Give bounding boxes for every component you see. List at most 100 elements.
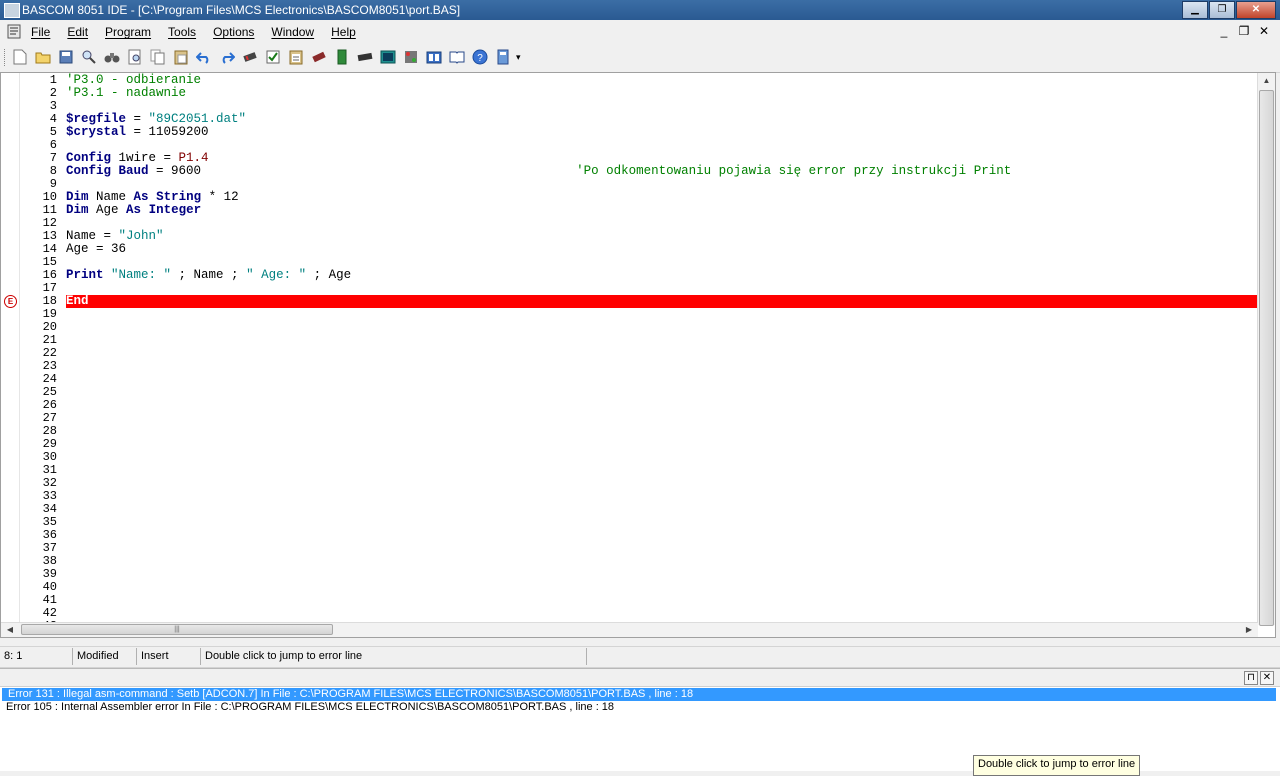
menu-tools[interactable]: Tools — [168, 25, 196, 39]
keyword: Config — [66, 151, 112, 165]
open-folder-icon[interactable] — [35, 49, 51, 65]
document-icon[interactable] — [6, 24, 22, 39]
copy-icon[interactable] — [150, 49, 166, 65]
code-line-13: Name = "John" — [66, 230, 1257, 243]
vertical-scroll-thumb[interactable] — [1259, 90, 1274, 626]
code-line-18-error-highlight: End — [66, 295, 1275, 308]
new-file-icon[interactable] — [12, 49, 28, 65]
code-line-8: Config Baud = 9600 'Po odkomentowaniu po… — [66, 165, 1257, 178]
vertical-scrollbar[interactable]: ▲ — [1257, 73, 1275, 626]
error-row[interactable]: Error 105 : Internal Assembler error In … — [0, 701, 1280, 714]
redo-icon[interactable] — [219, 49, 235, 65]
status-divider — [200, 648, 201, 665]
code-line-10: Dim Name As String * 12 — [66, 191, 1257, 204]
keyword: String — [156, 190, 202, 204]
plugin-icon[interactable] — [426, 49, 442, 65]
save-all-icon[interactable] — [495, 49, 511, 65]
menu-file[interactable]: File — [31, 25, 50, 39]
status-divider — [586, 648, 587, 665]
mdi-close-button[interactable]: ✕ — [1254, 23, 1274, 39]
line-numbers: 1 2 3 4 5 6 7 8 9 10 11 12 13 14 15 16 17 18 19 20 21 22 23 24 2… — [21, 74, 57, 633]
code-area[interactable]: 'P3.0 - odbieranie 'P3.1 - nadawnie $reg… — [66, 74, 1275, 308]
lcd-icon[interactable] — [403, 49, 419, 65]
code-text: Name — [88, 190, 134, 204]
cursor-position: 8: 1 — [4, 650, 23, 662]
keyword: $crystal — [66, 125, 127, 139]
svg-text:?: ? — [477, 53, 483, 64]
scroll-left-arrow-icon[interactable]: ◀ — [3, 623, 17, 637]
menu-window[interactable]: Window — [271, 25, 314, 39]
horizontal-scrollbar[interactable]: ◀ ||| ▶ — [1, 622, 1258, 637]
close-button[interactable]: ✕ — [1236, 1, 1276, 19]
save-icon[interactable] — [58, 49, 74, 65]
simulator-icon[interactable] — [357, 49, 373, 65]
editor-gutter[interactable]: E — [1, 73, 20, 637]
find-icon[interactable] — [81, 49, 97, 65]
book-icon[interactable] — [449, 49, 465, 65]
syntax-check-icon[interactable] — [265, 49, 281, 65]
code-text: Age — [88, 203, 127, 217]
code-text: = 9600 — [148, 164, 202, 178]
menu-program[interactable]: Program — [105, 25, 151, 39]
undo-icon[interactable] — [196, 49, 212, 65]
menu-edit[interactable]: Edit — [67, 25, 88, 39]
code-line-5: $crystal = 11059200 — [66, 126, 1257, 139]
code-text: ; Name ; — [171, 268, 247, 282]
toolbar-grip[interactable] — [4, 49, 8, 66]
code-line-11: Dim Age As Integer — [66, 204, 1257, 217]
error-row[interactable]: Error 131 : Illegal asm-command : Setb [… — [2, 688, 1276, 701]
scroll-right-arrow-icon[interactable]: ▶ — [1242, 623, 1256, 637]
report-icon[interactable] — [288, 49, 304, 65]
menu-bar: File Edit Program Tools Options Window H… — [0, 20, 1280, 44]
mdi-minimize-button[interactable]: _ — [1214, 23, 1234, 39]
toolbar-overflow-chevron-icon[interactable]: ▾ — [516, 52, 524, 63]
keyword: As — [126, 203, 142, 217]
horizontal-scroll-thumb[interactable]: ||| — [21, 624, 333, 635]
string-literal: " Age: " — [246, 268, 307, 282]
pin-icon[interactable]: ⊓ — [1244, 671, 1258, 685]
program-chip-icon[interactable] — [334, 49, 350, 65]
error-marker-icon: E — [4, 295, 17, 308]
code-text: 1wire = — [111, 151, 179, 165]
chip-icon[interactable] — [311, 49, 327, 65]
code-text: Name = — [66, 229, 119, 243]
window-title: BASCOM 8051 IDE - [C:\Program Files\MCS … — [22, 3, 461, 17]
help-icon[interactable]: ? — [472, 49, 488, 65]
string-literal: "John" — [118, 229, 164, 243]
keyword: Config — [66, 164, 112, 178]
keyword: As — [133, 190, 149, 204]
restore-button[interactable]: ❐ — [1209, 1, 1235, 19]
code-text: ; Age — [306, 268, 352, 282]
code-line-14: Age = 36 — [66, 243, 1257, 256]
print-preview-icon[interactable] — [127, 49, 143, 65]
code-editor[interactable]: E 1 2 3 4 5 6 7 8 9 10 11 12 13 14 15 16 17 18 19 20 21 22 23 2… — [0, 72, 1276, 638]
status-bar: 8: 1 Modified Insert Double click to jum… — [0, 646, 1280, 668]
menu-options[interactable]: Options — [213, 25, 254, 39]
minimize-button[interactable]: ▁ — [1182, 1, 1208, 19]
code-text: * 12 — [201, 190, 239, 204]
close-icon[interactable]: ✕ — [1260, 671, 1274, 685]
keyword: $regfile — [66, 112, 127, 126]
toolbar: ? ▾ — [0, 44, 1280, 73]
insert-mode-indicator: Insert — [141, 650, 169, 662]
paste-icon[interactable] — [173, 49, 189, 65]
status-hint: Double click to jump to error line — [205, 650, 363, 662]
menu-help[interactable]: Help — [331, 25, 356, 39]
keyword: Baud — [118, 164, 149, 178]
compile-icon[interactable] — [242, 49, 258, 65]
keyword: End — [66, 294, 89, 308]
mdi-restore-button[interactable]: ❐ — [1234, 23, 1254, 39]
error-panel-header: ⊓ ✕ — [0, 669, 1280, 687]
terminal-icon[interactable] — [380, 49, 396, 65]
app-icon[interactable] — [4, 3, 20, 18]
comment-text: 'P3.1 - nadawnie — [66, 86, 187, 100]
scroll-up-arrow-icon[interactable]: ▲ — [1258, 73, 1275, 89]
binoculars-icon[interactable] — [104, 49, 120, 65]
